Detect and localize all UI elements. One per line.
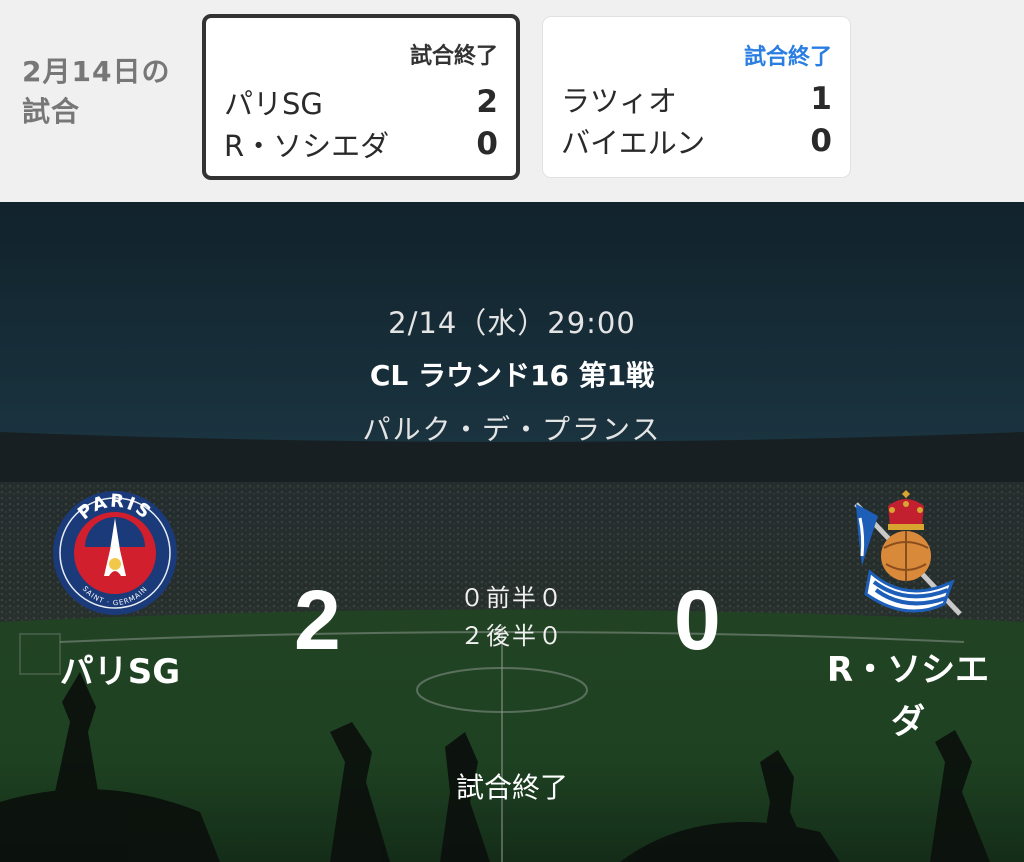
mini-match-away-team: バイエルン [561, 126, 706, 160]
day-label-date: 2月14日の [22, 55, 171, 88]
match-hero: 2/14（水）29:00 CL ラウンド16 第1戦 パルク・デ・プランス PA… [0, 202, 1024, 862]
away-team-name[interactable]: R・ソシエ ダ [820, 644, 996, 748]
mini-match-home-team: ラツィオ [561, 84, 678, 118]
match-day-strip: 2月14日の 試合 試合終了 パリSG 2 R・ソシエダ 0 試合終了 ラツィオ… [0, 0, 1024, 202]
mini-match-card-psg[interactable]: 試合終了 パリSG 2 R・ソシエダ 0 [202, 14, 520, 180]
mini-match-card-lazio[interactable]: 試合終了 ラツィオ 1 バイエルン 0 [542, 16, 851, 178]
mini-match-away-row: R・ソシエダ 0 [224, 124, 498, 164]
mini-match-home-row: パリSG 2 [224, 82, 498, 122]
home-team-score: 2 [294, 573, 341, 667]
mini-match-away-team: R・ソシエダ [224, 129, 390, 163]
day-label-suffix: 試合 [22, 95, 81, 128]
second-half-score: ２後半０ [460, 622, 564, 650]
mini-match-status: 試合終了 [743, 45, 832, 70]
mini-match-away-score: 0 [810, 123, 832, 159]
mini-match-away-score: 0 [476, 126, 498, 162]
mini-match-home-row: ラツィオ 1 [561, 79, 832, 119]
mini-match-home-team: パリSG [224, 87, 323, 121]
day-label: 2月14日の 試合 [22, 52, 192, 132]
match-competition: CL ラウンド16 第1戦 [369, 359, 655, 392]
first-half-score: ０前半０ [460, 584, 564, 612]
psg-crest-icon[interactable]: PARIS SAINT · GERMAIN [52, 490, 178, 616]
away-team-name-line1: R・ソシエ [826, 650, 990, 690]
home-team-name[interactable]: パリSG [40, 644, 200, 693]
mini-match-away-row: バイエルン 0 [561, 121, 832, 161]
mini-match-home-score: 1 [810, 81, 832, 117]
match-final-status: 試合終了 [455, 771, 568, 804]
match-datetime: 2/14（水）29:00 [388, 306, 636, 340]
match-venue: パルク・デ・プランス [362, 413, 662, 446]
away-team-name-line2: ダ [891, 702, 925, 742]
mini-match-home-score: 2 [476, 84, 498, 120]
real-sociedad-crest-icon[interactable] [848, 486, 966, 626]
mini-match-status: 試合終了 [409, 44, 498, 69]
away-team-score: 0 [674, 573, 721, 667]
